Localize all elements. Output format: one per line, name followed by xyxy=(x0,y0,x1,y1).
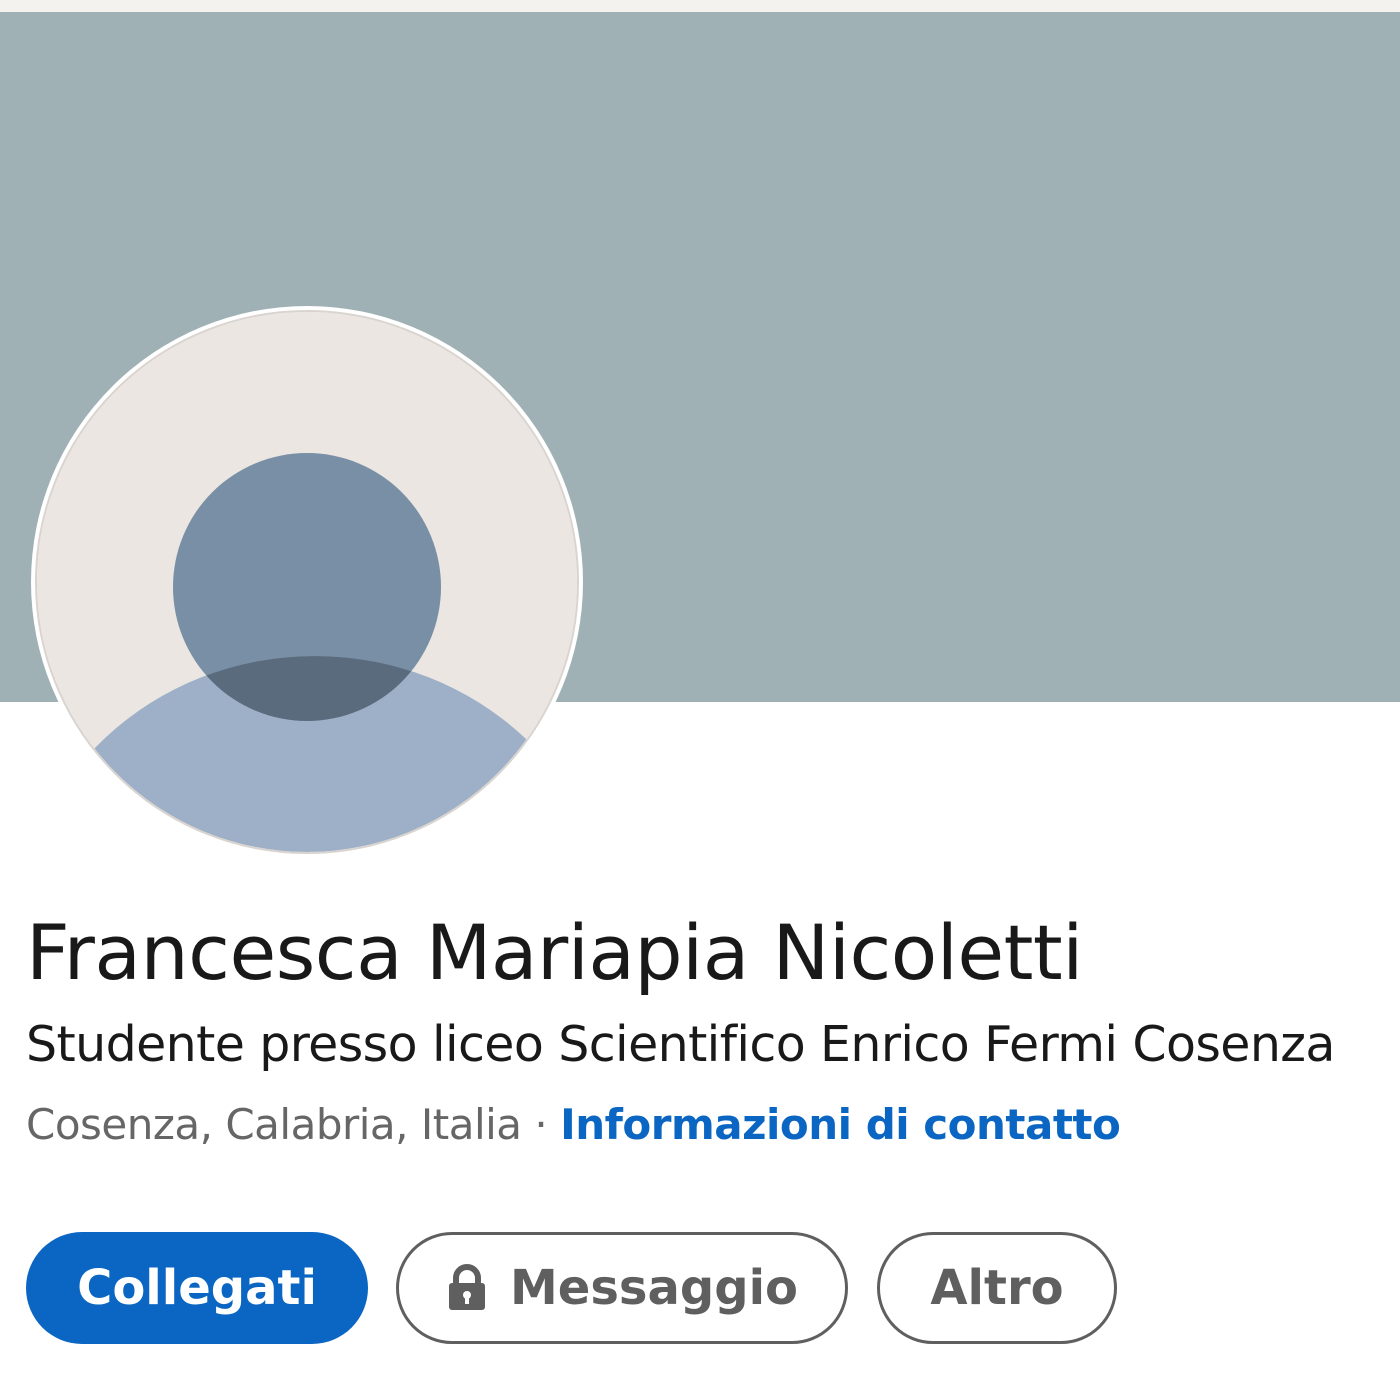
connect-button-label: Collegati xyxy=(77,1260,317,1316)
profile-page: Francesca Mariapia Nicoletti Studente pr… xyxy=(0,0,1400,1400)
profile-location: Cosenza, Calabria, Italia xyxy=(26,1100,522,1149)
more-button-label: Altro xyxy=(930,1260,1064,1316)
message-button[interactable]: Messaggio xyxy=(396,1232,848,1344)
location-separator: · xyxy=(534,1100,548,1149)
more-button[interactable]: Altro xyxy=(877,1232,1117,1344)
lock-icon xyxy=(446,1264,488,1312)
profile-name: Francesca Mariapia Nicoletti xyxy=(26,908,1083,997)
contact-info-link[interactable]: Informazioni di contatto xyxy=(560,1100,1121,1149)
profile-headline: Studente presso liceo Scientifico Enrico… xyxy=(26,1016,1335,1073)
default-avatar-icon xyxy=(31,306,583,858)
profile-avatar[interactable] xyxy=(26,306,592,858)
message-button-label: Messaggio xyxy=(510,1260,798,1316)
location-line: Cosenza, Calabria, Italia · Informazioni… xyxy=(26,1100,1121,1149)
connect-button[interactable]: Collegati xyxy=(26,1232,368,1344)
